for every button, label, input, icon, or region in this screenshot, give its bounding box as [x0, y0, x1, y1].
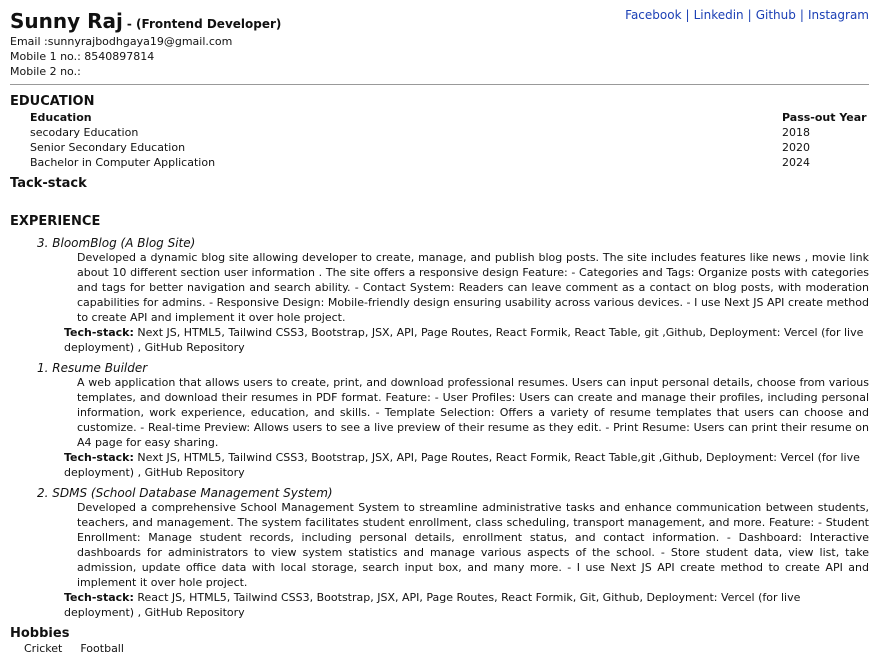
- table-row: Bachelor in Computer Application 2024: [30, 155, 869, 170]
- hobbies-section: Hobbies Cricket Football: [10, 626, 869, 656]
- project-description: Developed a comprehensive School Managem…: [77, 501, 869, 589]
- education-section: EDUCATION Education Pass-out Year secoda…: [10, 94, 869, 170]
- project-stack: Tech-stack: Next JS, HTML5, Tailwind CSS…: [64, 450, 869, 480]
- education-name: Bachelor in Computer Application: [30, 156, 216, 169]
- candidate-role: - (Frontend Developer): [126, 17, 282, 31]
- project-title: 2. SDMS (School Database Management Syst…: [37, 486, 333, 500]
- mobile1-line: Mobile 1 no.: 8540897814: [10, 50, 155, 63]
- social-links: Facebook | Linkedin | Github | Instagram: [625, 8, 869, 22]
- hobby-item: Football: [80, 642, 124, 655]
- education-header-row: Education Pass-out Year: [30, 110, 869, 125]
- project-item: 1. Resume Builder A web application that…: [37, 361, 869, 480]
- link-separator: |: [799, 8, 804, 22]
- project-description: A web application that allows users to c…: [77, 376, 869, 449]
- project-description: Developed a dynamic blog site allowing d…: [77, 251, 869, 324]
- mobile2-line: Mobile 2 no.:: [10, 65, 81, 78]
- education-year: 2020: [782, 141, 810, 154]
- instagram-link[interactable]: Instagram: [808, 8, 869, 22]
- stack-label: Tech-stack:: [64, 326, 134, 339]
- facebook-link[interactable]: Facebook: [625, 8, 681, 22]
- education-col-header: Education: [30, 111, 92, 124]
- header-divider: [10, 84, 869, 85]
- github-link[interactable]: Github: [756, 8, 796, 22]
- linkedin-link[interactable]: Linkedin: [694, 8, 744, 22]
- table-row: secodary Education 2018: [30, 125, 869, 140]
- experience-section: EXPERIENCE 3. BloomBlog (A Blog Site) De…: [10, 214, 869, 620]
- techstack-heading: Tack-stack: [10, 176, 87, 191]
- link-separator: |: [685, 8, 690, 22]
- stack-label: Tech-stack:: [64, 591, 134, 604]
- education-heading: EDUCATION: [10, 94, 95, 109]
- year-col-header: Pass-out Year: [782, 111, 867, 124]
- hobby-item: Cricket: [24, 642, 63, 655]
- stack-label: Tech-stack:: [64, 451, 134, 464]
- resume-header: Sunny Raj - (Frontend Developer) Email :s…: [10, 8, 869, 78]
- link-separator: |: [747, 8, 752, 22]
- education-year: 2018: [782, 126, 810, 139]
- project-item: 3. BloomBlog (A Blog Site) Developed a d…: [37, 236, 869, 355]
- stack-list: Next JS, HTML5, Tailwind CSS3, Bootstrap…: [64, 451, 860, 479]
- experience-heading: EXPERIENCE: [10, 214, 101, 229]
- project-title: 3. BloomBlog (A Blog Site): [37, 236, 196, 250]
- hobbies-heading: Hobbies: [10, 626, 70, 641]
- table-row: Senior Secondary Education 2020: [30, 140, 869, 155]
- project-stack: Tech-stack: Next JS, HTML5, Tailwind CSS…: [64, 325, 869, 355]
- project-title: 1. Resume Builder: [37, 361, 148, 375]
- email-line: Email :sunnyrajbodhgaya19@gmail.com: [10, 35, 233, 48]
- stack-list: React JS, HTML5, Tailwind CSS3, Bootstra…: [64, 591, 801, 619]
- education-year: 2024: [782, 156, 810, 169]
- hobby-list: Cricket Football: [24, 642, 869, 656]
- resume-page: Sunny Raj - (Frontend Developer) Email :s…: [10, 8, 869, 656]
- education-name: Senior Secondary Education: [30, 141, 186, 154]
- education-name: secodary Education: [30, 126, 139, 139]
- education-table: Education Pass-out Year secodary Educati…: [30, 110, 869, 170]
- candidate-name: Sunny Raj: [10, 9, 123, 33]
- stack-list: Next JS, HTML5, Tailwind CSS3, Bootstrap…: [64, 326, 864, 354]
- project-item: 2. SDMS (School Database Management Syst…: [37, 486, 869, 620]
- project-stack: Tech-stack: React JS, HTML5, Tailwind CS…: [64, 590, 869, 620]
